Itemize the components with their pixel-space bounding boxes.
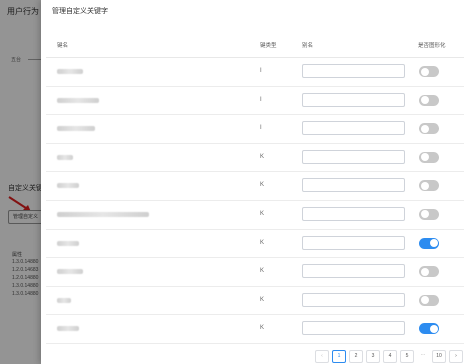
key-name-redacted bbox=[57, 326, 79, 332]
toggle-knob bbox=[420, 67, 429, 76]
table-row: K bbox=[46, 144, 464, 173]
graphical-toggle[interactable] bbox=[419, 237, 439, 249]
key-type: K bbox=[260, 325, 265, 332]
table-row: K bbox=[46, 287, 464, 316]
toggle-knob bbox=[420, 96, 429, 105]
table-row: K bbox=[46, 230, 464, 259]
table-header: 键名 键类型 别名 是否图形化 bbox=[46, 30, 464, 58]
key-name-redacted bbox=[57, 297, 71, 303]
key-name-redacted bbox=[57, 240, 79, 246]
graphical-toggle[interactable] bbox=[419, 266, 439, 278]
toggle-knob bbox=[420, 210, 429, 219]
keyword-table: 键名 键类型 别名 是否图形化 I I I K K K K K K K bbox=[46, 30, 464, 344]
alias-input[interactable] bbox=[302, 149, 405, 164]
drawer-title: 管理自定义关键字 bbox=[52, 8, 108, 15]
graphical-toggle[interactable] bbox=[419, 94, 439, 106]
key-type: K bbox=[260, 239, 265, 246]
toggle-knob bbox=[420, 124, 429, 133]
alias-input[interactable] bbox=[302, 292, 405, 307]
pagination-ellipsis[interactable]: ··· bbox=[417, 350, 429, 363]
manage-keyword-drawer: 管理自定义关键字 键名 键类型 别名 是否图形化 I I I K K K K K K K ‹ 1 … bbox=[41, 0, 474, 364]
alias-input[interactable] bbox=[302, 206, 405, 221]
toggle-knob bbox=[420, 153, 429, 162]
key-type: I bbox=[260, 96, 262, 103]
graphical-toggle[interactable] bbox=[419, 323, 439, 335]
pagination: ‹ 1 2 3 4 5 ··· 10 › bbox=[315, 350, 463, 363]
alias-input[interactable] bbox=[302, 178, 405, 193]
toggle-knob bbox=[429, 324, 438, 333]
alias-input[interactable] bbox=[302, 235, 405, 250]
pagination-page-3[interactable]: 3 bbox=[366, 350, 380, 363]
key-name-redacted bbox=[57, 269, 83, 275]
graphical-toggle[interactable] bbox=[419, 123, 439, 135]
column-header-alias: 别名 bbox=[302, 43, 314, 49]
key-name-redacted bbox=[57, 211, 149, 217]
pagination-next-button[interactable]: › bbox=[449, 350, 463, 363]
column-header-type: 键类型 bbox=[260, 43, 277, 49]
graphical-toggle[interactable] bbox=[419, 208, 439, 220]
toggle-knob bbox=[429, 239, 438, 248]
alias-input[interactable] bbox=[302, 321, 405, 336]
key-type: K bbox=[260, 268, 265, 275]
key-name-redacted bbox=[57, 183, 79, 189]
alias-input[interactable] bbox=[302, 121, 405, 136]
toggle-knob bbox=[420, 267, 429, 276]
column-header-key: 键名 bbox=[57, 43, 69, 49]
key-type: K bbox=[260, 182, 265, 189]
table-row: K bbox=[46, 201, 464, 230]
key-name-redacted bbox=[57, 126, 95, 132]
pagination-page-last[interactable]: 10 bbox=[432, 350, 446, 363]
graphical-toggle[interactable] bbox=[419, 180, 439, 192]
alias-input[interactable] bbox=[302, 264, 405, 279]
table-row: I bbox=[46, 115, 464, 144]
pagination-page-5[interactable]: 5 bbox=[400, 350, 414, 363]
key-name-redacted bbox=[57, 69, 83, 74]
pagination-page-4[interactable]: 4 bbox=[383, 350, 397, 363]
pagination-prev-button[interactable]: ‹ bbox=[315, 350, 329, 363]
key-name-redacted bbox=[57, 154, 73, 160]
key-type: K bbox=[260, 153, 265, 160]
alias-input[interactable] bbox=[302, 64, 405, 78]
graphical-toggle[interactable] bbox=[419, 66, 439, 77]
toggle-knob bbox=[420, 181, 429, 190]
table-row: K bbox=[46, 258, 464, 287]
alias-input[interactable] bbox=[302, 92, 405, 107]
table-row: I bbox=[46, 58, 464, 87]
table-row: K bbox=[46, 172, 464, 201]
graphical-toggle[interactable] bbox=[419, 151, 439, 163]
pagination-page-2[interactable]: 2 bbox=[349, 350, 363, 363]
pagination-page-1[interactable]: 1 bbox=[332, 350, 346, 363]
toggle-knob bbox=[420, 296, 429, 305]
key-type: K bbox=[260, 210, 265, 217]
table-row: I bbox=[46, 87, 464, 116]
key-name-redacted bbox=[57, 97, 99, 103]
graphical-toggle[interactable] bbox=[419, 294, 439, 306]
column-header-graphical: 是否图形化 bbox=[418, 43, 446, 49]
key-type: I bbox=[260, 125, 262, 132]
table-row: K bbox=[46, 315, 464, 344]
key-type: K bbox=[260, 296, 265, 303]
key-type: I bbox=[260, 68, 262, 74]
